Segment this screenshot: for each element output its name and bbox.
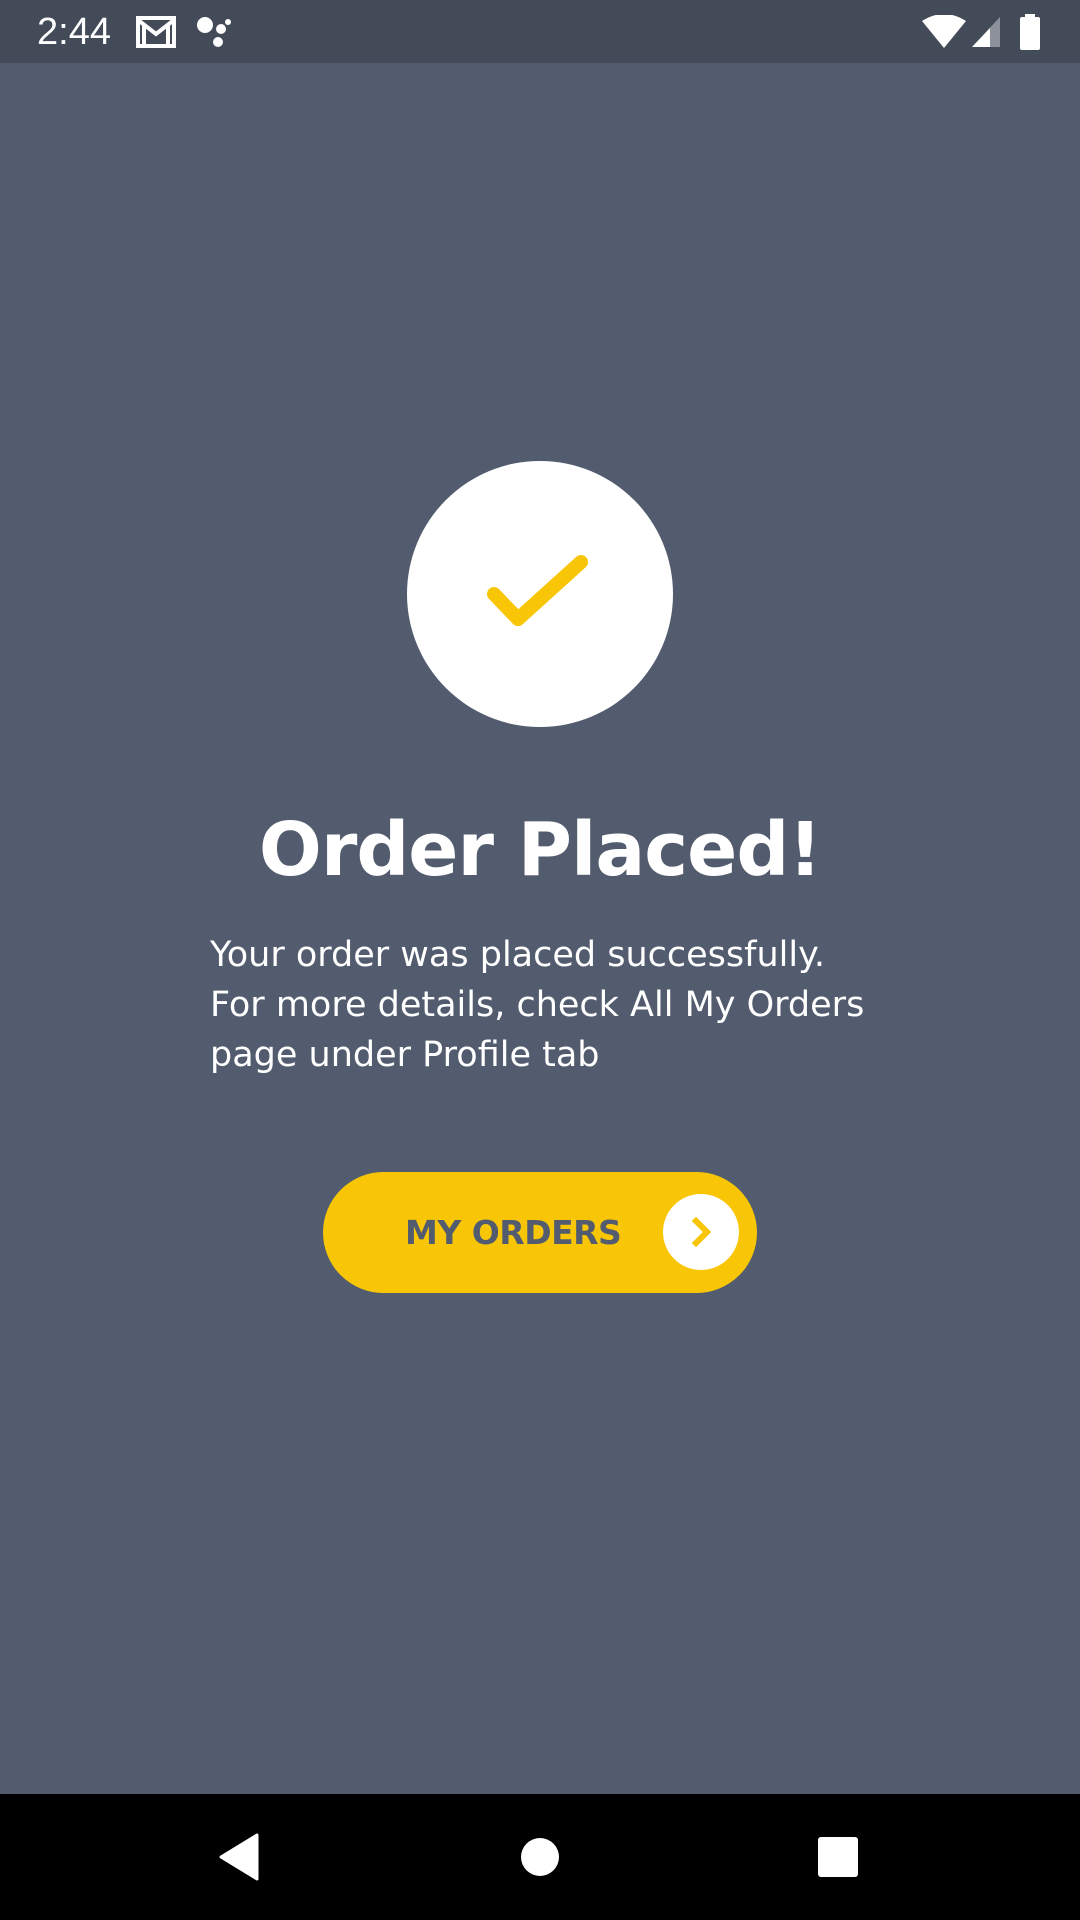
chevron-right-icon xyxy=(691,1216,712,1248)
back-button[interactable] xyxy=(179,1794,299,1920)
my-orders-label: MY ORDERS xyxy=(405,1213,622,1252)
checkmark-icon xyxy=(487,555,588,626)
order-confirmation-message: Your order was placed successfully. For … xyxy=(210,935,865,1075)
page-title: Order Placed! xyxy=(258,807,822,893)
status-time: 2:44 xyxy=(37,11,111,53)
home-button[interactable] xyxy=(480,1794,600,1920)
arrow-circle xyxy=(663,1194,739,1270)
battery-icon xyxy=(1018,0,1042,63)
gmail-icon xyxy=(136,0,176,63)
navigation-bar xyxy=(0,1794,1080,1920)
wifi-icon xyxy=(922,0,966,63)
assistant-icon xyxy=(196,0,232,63)
back-icon xyxy=(219,1833,259,1881)
my-orders-button[interactable]: MY ORDERS xyxy=(323,1172,757,1293)
success-circle xyxy=(407,461,673,727)
recents-button[interactable] xyxy=(778,1794,898,1920)
status-bar: 2:44 xyxy=(0,0,1080,63)
home-icon xyxy=(521,1838,559,1876)
signal-icon xyxy=(970,0,1002,63)
recents-icon xyxy=(818,1837,858,1877)
